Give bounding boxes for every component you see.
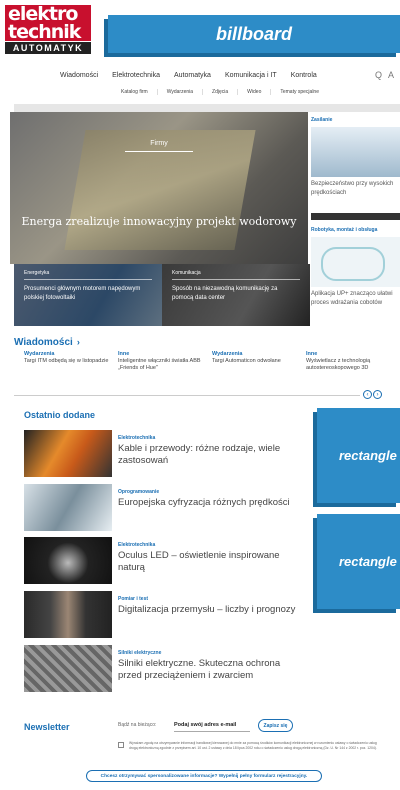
site-logo[interactable]: elektro technik AUTOMATYK bbox=[5, 5, 91, 57]
nav-item-automatyka[interactable]: Automatyka bbox=[174, 72, 211, 79]
recent-item-image[interactable] bbox=[24, 591, 112, 638]
rectangle-ad[interactable]: rectangle bbox=[317, 408, 400, 503]
news-item-title[interactable]: Targi Automaticon odwołane bbox=[212, 358, 306, 365]
hero-category[interactable]: Firmy bbox=[10, 140, 308, 147]
sidebar-title[interactable]: Bezpieczeństwo przy wysokich prędkościac… bbox=[311, 180, 400, 197]
sidebar-story-2[interactable]: Robotyka, montaż i obsługa Aplikacja UP+… bbox=[311, 227, 400, 307]
sub-story-2[interactable]: Komunikacja Sposób na niezawodną komunik… bbox=[162, 264, 310, 326]
recent-item-title[interactable]: Kable i przewody: różne rodzaje, wiele z… bbox=[118, 443, 298, 466]
sidebar-title[interactable]: Aplikacja UP+ znacząco ułatwi proces wdr… bbox=[311, 290, 400, 307]
nav-icons: Q A bbox=[375, 70, 394, 80]
rectangle-ad[interactable]: rectangle bbox=[317, 514, 400, 609]
chevron-right-icon[interactable]: › bbox=[373, 390, 382, 399]
news-divider bbox=[14, 395, 360, 396]
news-heading-label[interactable]: Wiadomości bbox=[14, 337, 73, 348]
news-pager: ‹ › bbox=[363, 390, 382, 399]
recent-item[interactable]: Oprogramowanie Europejska cyfryzacja róż… bbox=[24, 484, 314, 531]
sidebar-image[interactable] bbox=[311, 237, 400, 287]
recent-item-category[interactable]: Silniki elektryczne bbox=[118, 650, 161, 656]
billboard-ad[interactable]: billboard bbox=[108, 15, 400, 53]
chevron-left-icon[interactable]: ‹ bbox=[363, 390, 372, 399]
main-nav: Wiadomości Elektrotechnika Automatyka Ko… bbox=[60, 72, 400, 79]
sub-story-category: Komunikacja bbox=[172, 270, 300, 280]
recent-item-image[interactable] bbox=[24, 537, 112, 584]
recent-item-category[interactable]: Elektrotechnika bbox=[118, 542, 155, 548]
subnav-item-tematy[interactable]: Tematy specjalne bbox=[271, 89, 328, 95]
nav-item-elektrotechnika[interactable]: Elektrotechnika bbox=[112, 72, 160, 79]
sub-story-title[interactable]: Prosumenci głównym motorem napędowym pol… bbox=[24, 285, 152, 303]
news-item-title[interactable]: Inteligentne włączniki światła ABB „Frie… bbox=[118, 358, 212, 372]
news-item[interactable]: Inne Wyświetlacz z technologią autostere… bbox=[306, 351, 400, 372]
hero-divider bbox=[125, 151, 193, 152]
recent-item[interactable]: Silniki elektryczne Silniki elektryczne.… bbox=[24, 645, 314, 692]
nav-item-komunikacja[interactable]: Komunikacja i IT bbox=[225, 72, 277, 79]
recent-item-title[interactable]: Europejska cyfryzacja różnych prędkości bbox=[118, 497, 298, 509]
subnav-item-wydarzenia[interactable]: Wydarzenia bbox=[158, 89, 204, 95]
news-item[interactable]: Inne Inteligentne włączniki światła ABB … bbox=[118, 351, 212, 372]
recent-item-title[interactable]: Oculus LED – oświetlenie inspirowane nat… bbox=[118, 550, 298, 573]
logo-line-2: technik bbox=[5, 23, 91, 42]
recent-item-title[interactable]: Silniki elektryczne. Skuteczna ochrona p… bbox=[118, 658, 298, 681]
hero-title[interactable]: Energa zrealizuje innowacyjny projekt wo… bbox=[10, 215, 308, 228]
email-field[interactable] bbox=[174, 718, 250, 732]
recent-heading: Ostatnio dodane bbox=[24, 410, 96, 420]
hero-image bbox=[64, 130, 256, 250]
nav-item-kontrola[interactable]: Kontrola bbox=[291, 72, 317, 79]
user-icon[interactable]: A bbox=[388, 70, 394, 80]
sidebar-image[interactable] bbox=[311, 127, 400, 177]
newsletter-heading: Newsletter bbox=[24, 722, 70, 732]
recent-item-image[interactable] bbox=[24, 430, 112, 477]
hero-story[interactable]: Firmy Energa zrealizuje innowacyjny proj… bbox=[10, 112, 308, 264]
recent-item-category[interactable]: Elektrotechnika bbox=[118, 435, 155, 441]
registration-button[interactable]: Chcesz otrzymywać spersonalizowane infor… bbox=[86, 770, 322, 782]
recent-item-image[interactable] bbox=[24, 484, 112, 531]
sidebar-category[interactable]: Zasilanie bbox=[311, 117, 400, 123]
recent-item-category[interactable]: Oprogramowanie bbox=[118, 489, 159, 495]
news-item-category: Inne bbox=[306, 351, 318, 357]
subscribe-button[interactable]: Zapisz się bbox=[258, 719, 293, 732]
chevron-right-icon[interactable]: › bbox=[77, 337, 80, 347]
news-item-title[interactable]: Wyświetlacz z technologią autostereoskop… bbox=[306, 358, 400, 372]
sub-story-category: Energetyka bbox=[24, 270, 152, 280]
sub-nav: Katalog firm Wydarzenia Zdjęcia Wideo Te… bbox=[112, 89, 328, 95]
recent-item-category[interactable]: Pomiar i test bbox=[118, 596, 148, 602]
logo-line-3: AUTOMATYK bbox=[5, 42, 91, 54]
news-item[interactable]: Wydarzenia Targi ITM odbędą się w listop… bbox=[24, 351, 118, 365]
top-divider bbox=[14, 104, 400, 112]
recent-item[interactable]: Elektrotechnika Kable i przewody: różne … bbox=[24, 430, 314, 477]
subnav-item-zdjecia[interactable]: Zdjęcia bbox=[203, 89, 239, 95]
recent-item-title[interactable]: Digitalizacja przemysłu – liczby i progn… bbox=[118, 604, 298, 616]
sidebar-story-1[interactable]: Zasilanie Bezpieczeństwo przy wysokich p… bbox=[311, 117, 400, 197]
sub-story-1[interactable]: Energetyka Prosumenci głównym motorem na… bbox=[14, 264, 162, 326]
recent-item[interactable]: Elektrotechnika Oculus LED – oświetlenie… bbox=[24, 537, 314, 584]
news-item-category: Inne bbox=[118, 351, 130, 357]
recent-item[interactable]: Pomiar i test Digitalizacja przemysłu – … bbox=[24, 591, 314, 638]
recent-item-image[interactable] bbox=[24, 645, 112, 692]
news-item[interactable]: Wydarzenia Targi Automaticon odwołane bbox=[212, 351, 306, 365]
consent-checkbox[interactable] bbox=[118, 742, 124, 748]
news-item-category: Wydarzenia bbox=[212, 351, 243, 357]
news-heading[interactable]: Wiadomości › bbox=[14, 337, 80, 348]
nav-item-wiadomosci[interactable]: Wiadomości bbox=[60, 72, 98, 79]
newsletter-label: Bądź na bieżąco: bbox=[118, 722, 157, 728]
search-icon[interactable]: Q bbox=[375, 70, 382, 80]
news-item-title[interactable]: Targi ITM odbędą się w listopadzie bbox=[24, 358, 118, 365]
sidebar-divider bbox=[311, 213, 400, 220]
news-item-category: Wydarzenia bbox=[24, 351, 55, 357]
sidebar-category[interactable]: Robotyka, montaż i obsługa bbox=[311, 227, 400, 233]
sub-story-title[interactable]: Sposób na niezawodną komunikację za pomo… bbox=[172, 285, 300, 303]
subnav-item-katalog[interactable]: Katalog firm bbox=[112, 89, 158, 95]
subnav-item-wideo[interactable]: Wideo bbox=[238, 89, 272, 95]
consent-text: Wyrażam zgodę na otrzymywanie informacji… bbox=[129, 741, 377, 750]
